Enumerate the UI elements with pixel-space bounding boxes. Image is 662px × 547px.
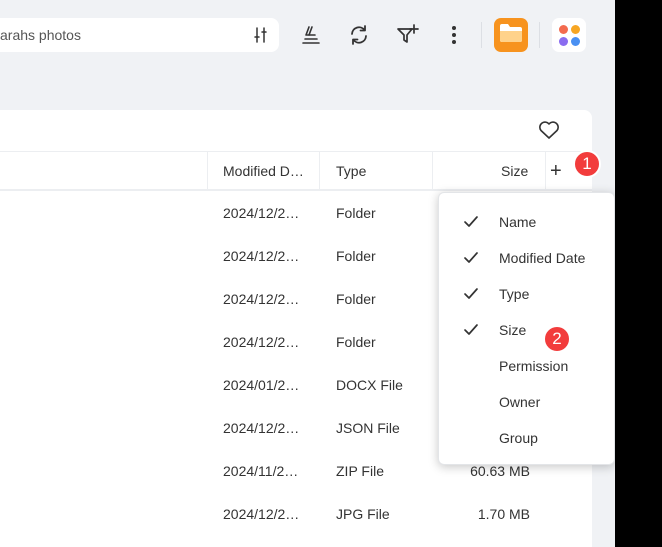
modified-cell: 2024/11/2… (223, 463, 299, 479)
menu-item-label: Name (499, 214, 537, 230)
modified-cell: 2024/12/2… (223, 248, 300, 264)
type-cell: JPG File (336, 506, 390, 522)
toolbar-divider (481, 22, 482, 48)
type-cell: Folder (336, 334, 376, 350)
file-manager-app-button[interactable] (494, 18, 528, 52)
check-icon (463, 215, 479, 234)
type-cell: Folder (336, 291, 376, 307)
refresh-icon[interactable] (348, 24, 370, 46)
modified-cell: 2024/12/2… (223, 334, 300, 350)
menu-item-permission[interactable]: Permission (439, 348, 615, 384)
column-separator (545, 151, 546, 191)
apps-button[interactable] (552, 18, 586, 52)
more-vertical-icon[interactable] (447, 24, 461, 46)
modified-cell: 2024/12/2… (223, 420, 300, 436)
search-input[interactable] (0, 18, 230, 52)
column-visibility-menu: Name Modified Date Type Size Permission … (438, 192, 615, 465)
table-row[interactable]: 2024/12/2… JPG File 1.70 MB (0, 493, 572, 536)
type-cell: JSON File (336, 420, 400, 436)
modified-cell: 2024/01/2… (223, 377, 300, 393)
type-cell: ZIP File (336, 463, 384, 479)
check-icon (463, 323, 479, 342)
check-icon (463, 287, 479, 306)
folder-icon (499, 23, 523, 48)
menu-item-type[interactable]: Type (439, 276, 615, 312)
menu-item-label: Type (499, 286, 530, 302)
menu-item-label: Group (499, 430, 538, 446)
filter-add-icon[interactable] (396, 23, 420, 47)
panel-toolbar (0, 110, 592, 152)
apps-icon (558, 24, 580, 46)
menu-item-modified-date[interactable]: Modified Date (439, 240, 615, 276)
column-header-size[interactable]: Size (501, 151, 528, 191)
menu-item-name[interactable]: Name (439, 204, 615, 240)
file-manager-window: Modified D… Type Size + 2024/12/2… Folde… (0, 0, 615, 547)
menu-item-label: Owner (499, 394, 541, 410)
menu-item-owner[interactable]: Owner (439, 384, 615, 420)
column-separator (207, 151, 208, 191)
column-header-type[interactable]: Type (336, 151, 366, 191)
size-cell: 1.70 MB (477, 506, 530, 522)
add-column-button[interactable]: + (550, 160, 562, 182)
modified-cell: 2024/12/2… (223, 506, 300, 522)
menu-item-label: Modified Date (499, 250, 586, 266)
filter-sliders-icon[interactable] (253, 27, 269, 43)
type-cell: Folder (336, 205, 376, 221)
modified-cell: 2024/12/2… (223, 205, 300, 221)
step-badge-1: 1 (573, 150, 601, 178)
menu-item-size[interactable]: Size (439, 312, 615, 348)
heart-icon[interactable] (538, 120, 560, 140)
column-separator (319, 151, 320, 191)
menu-item-label: Size (499, 322, 527, 338)
type-cell: Folder (336, 248, 376, 264)
step-badge-2: 2 (543, 325, 571, 353)
check-icon (463, 251, 479, 270)
table-header: Modified D… Type Size (0, 151, 592, 191)
toolbar-divider (539, 22, 540, 48)
sort-stack-icon[interactable] (300, 24, 322, 46)
modified-cell: 2024/12/2… (223, 291, 300, 307)
menu-item-group[interactable]: Group (439, 420, 615, 456)
search-bar (0, 18, 279, 52)
type-cell: DOCX File (336, 377, 403, 393)
column-header-modified[interactable]: Modified D… (223, 151, 304, 191)
menu-item-label: Permission (499, 358, 569, 374)
column-separator (432, 151, 433, 191)
